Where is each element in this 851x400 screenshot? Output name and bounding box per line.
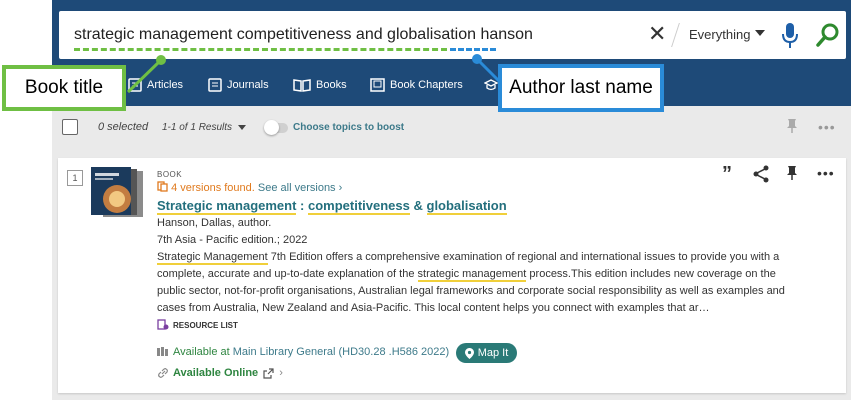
primo-search-page: strategic management competitiveness and… xyxy=(0,0,851,400)
book-title-callout: Book title xyxy=(2,65,126,111)
annotation-connectors xyxy=(126,54,502,94)
author-last-name-callout: Author last name xyxy=(498,64,664,112)
